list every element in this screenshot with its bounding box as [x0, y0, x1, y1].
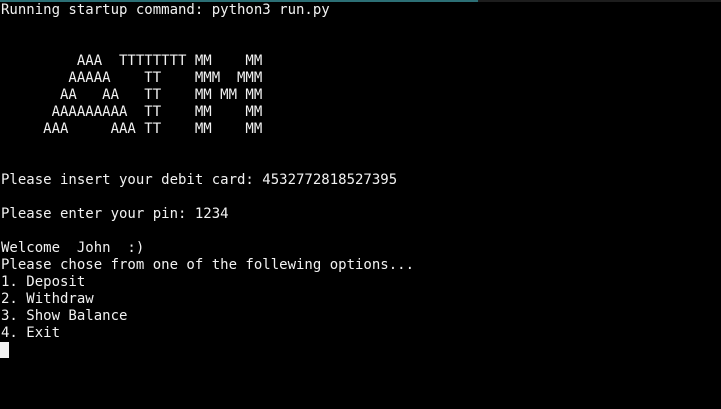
pin-prompt-line: Please enter your pin: 1234 [1, 206, 229, 222]
option-exit: 4. Exit [1, 325, 61, 341]
option-deposit: 1. Deposit [1, 274, 86, 290]
welcome-line: Welcome John :) [1, 240, 145, 256]
terminal-window[interactable]: Running startup command: python3 run.py … [0, 0, 721, 409]
terminal-cursor[interactable] [0, 342, 9, 358]
atm-logo-line-2: AAAAA TT MMM MMM [1, 70, 263, 86]
atm-logo-line-5: AAA AAA TT MM MM [1, 121, 263, 137]
options-prompt-line: Please chose from one of the follewing o… [1, 257, 415, 273]
atm-logo-line-4: AAAAAAAAA TT MM MM [1, 104, 263, 120]
option-show-balance: 3. Show Balance [1, 308, 128, 324]
startup-command-line: Running startup command: python3 run.py [1, 2, 330, 18]
atm-logo-line-3: AA AA TT MM MM MM [1, 87, 263, 103]
option-withdraw: 2. Withdraw [1, 291, 94, 307]
card-prompt-line: Please insert your debit card: 453277281… [1, 172, 398, 188]
atm-logo-line-1: AAA TTTTTTTT MM MM [1, 53, 263, 69]
